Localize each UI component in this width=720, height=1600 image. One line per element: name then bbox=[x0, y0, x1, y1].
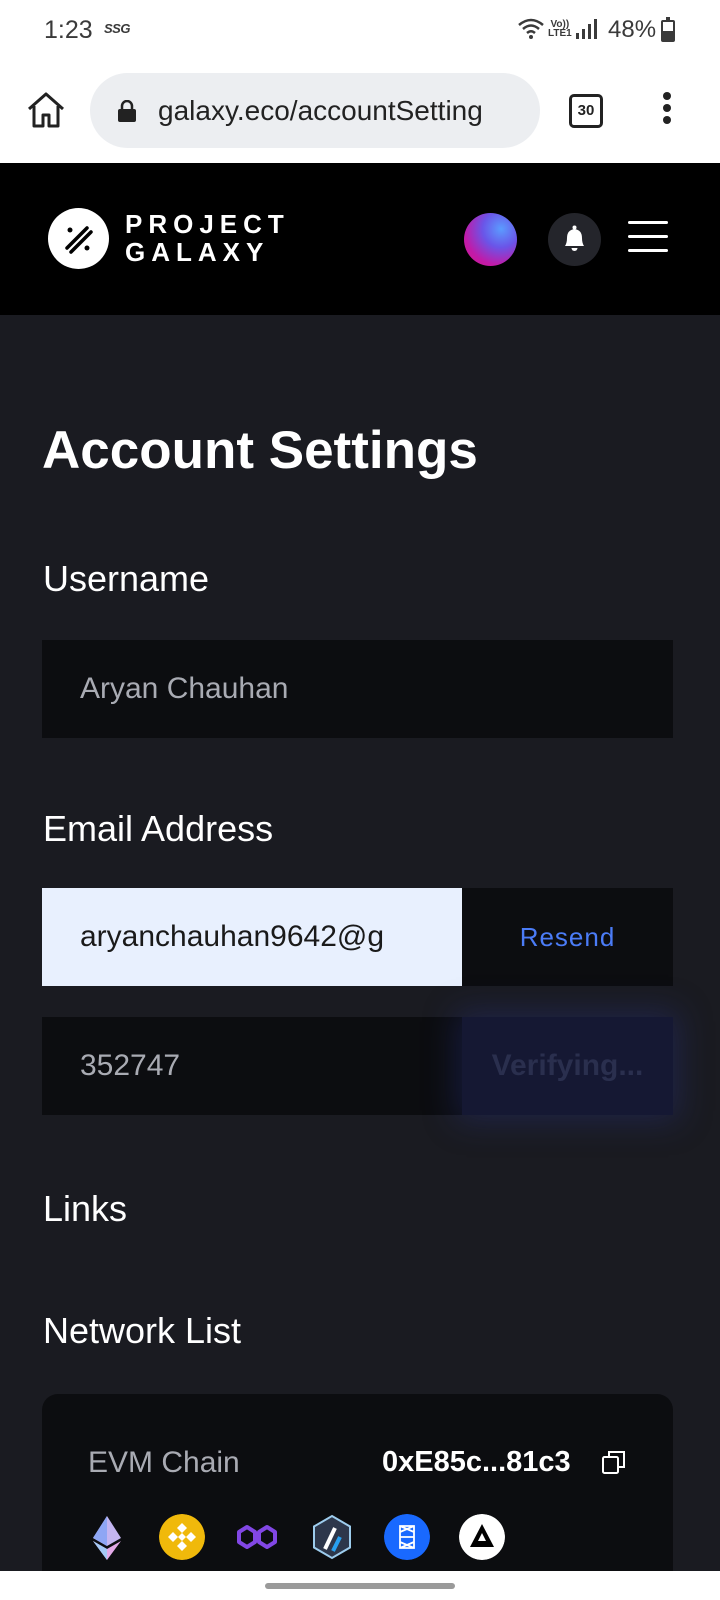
notifications-button[interactable] bbox=[548, 213, 601, 266]
battery-percent: 48% bbox=[608, 16, 657, 43]
lock-icon bbox=[118, 100, 136, 122]
arbitrum-icon bbox=[313, 1514, 351, 1560]
avalanche-icon bbox=[459, 1514, 505, 1560]
more-vert-icon[interactable] bbox=[660, 92, 674, 130]
home-indicator[interactable] bbox=[265, 1583, 455, 1589]
verify-button[interactable]: Verifying... bbox=[462, 1017, 673, 1115]
verification-code-input[interactable]: 352747 bbox=[42, 1017, 462, 1115]
battery-icon bbox=[661, 17, 675, 42]
volte-icon: Vo)) LTE1 bbox=[548, 19, 572, 39]
wallet-address: 0xE85c...81c3 bbox=[382, 1446, 571, 1478]
wifi-icon bbox=[518, 18, 544, 39]
url-bar[interactable]: galaxy.eco/accountSetting bbox=[90, 73, 540, 148]
email-input[interactable]: aryanchauhan9642@g bbox=[42, 888, 462, 986]
chain-name: EVM Chain bbox=[88, 1446, 240, 1479]
network-card: EVM Chain 0xE85c...81c3 bbox=[42, 1394, 673, 1600]
page-title: Account Settings bbox=[42, 421, 478, 480]
fantom-icon bbox=[384, 1514, 430, 1560]
home-icon[interactable] bbox=[24, 88, 68, 132]
polygon-icon bbox=[237, 1525, 277, 1549]
status-time: 1:23 bbox=[44, 16, 93, 44]
galaxy-logo-icon[interactable] bbox=[48, 208, 109, 269]
status-bar: 1:23 SSG Vo)) LTE1 48% bbox=[0, 0, 720, 60]
browser-toolbar: galaxy.eco/accountSetting 30 bbox=[0, 60, 720, 163]
logo-wordmark[interactable]: PROJECT GALAXY bbox=[125, 210, 290, 266]
url-text[interactable]: galaxy.eco/accountSetting bbox=[158, 95, 528, 127]
copy-icon[interactable] bbox=[602, 1450, 626, 1474]
username-label: Username bbox=[43, 558, 210, 599]
signal-icon bbox=[575, 19, 597, 39]
ethereum-icon bbox=[93, 1516, 121, 1560]
avatar[interactable] bbox=[464, 213, 517, 266]
site-header: PROJECT GALAXY bbox=[0, 163, 720, 315]
gesture-bar bbox=[0, 1571, 720, 1600]
tab-switcher-button[interactable]: 30 bbox=[569, 94, 603, 128]
network-list-label: Network List bbox=[43, 1310, 242, 1351]
bell-icon bbox=[565, 225, 584, 251]
links-label: Links bbox=[43, 1188, 128, 1229]
username-input[interactable]: Aryan Chauhan bbox=[42, 640, 673, 738]
bnb-chain-icon bbox=[159, 1514, 205, 1560]
status-icons: Vo)) LTE1 bbox=[518, 18, 598, 40]
resend-button[interactable]: Resend bbox=[462, 888, 673, 986]
carrier-icon: SSG bbox=[104, 21, 130, 36]
email-label: Email Address bbox=[43, 808, 274, 849]
hamburger-icon[interactable] bbox=[628, 221, 668, 255]
